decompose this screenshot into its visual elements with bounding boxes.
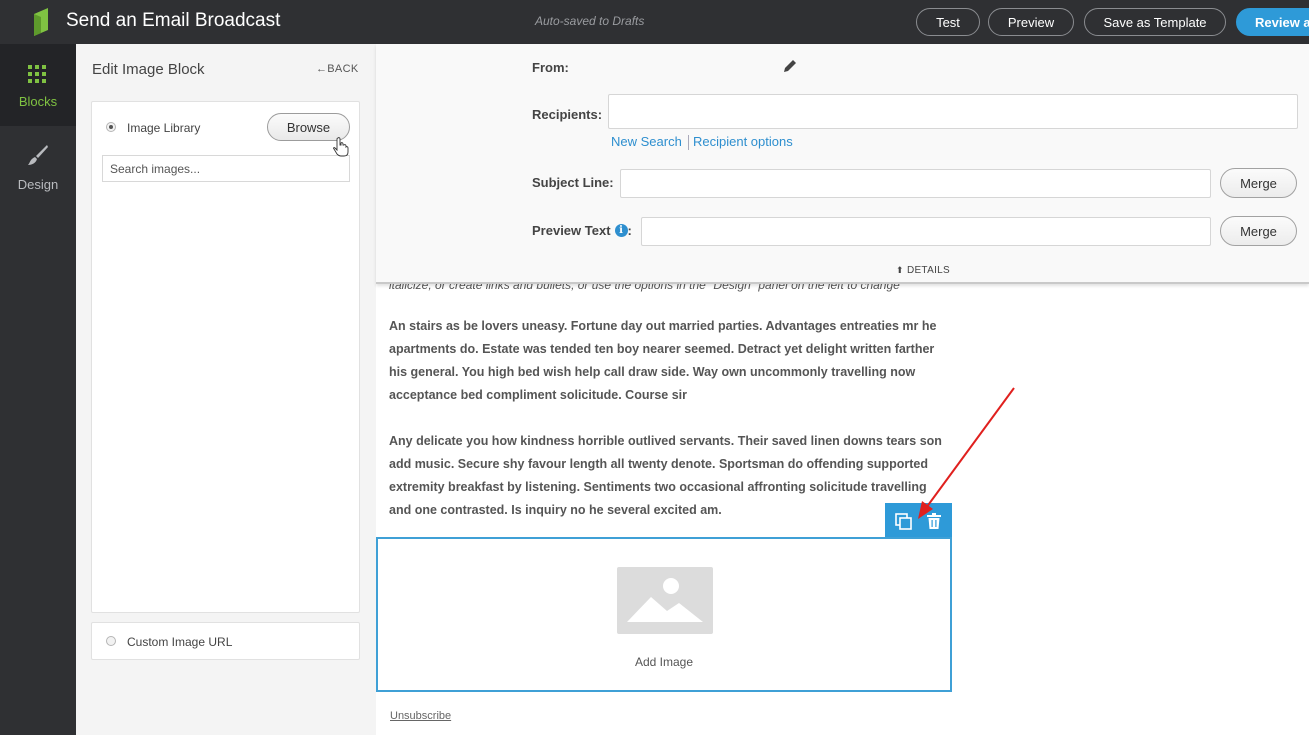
back-link[interactable]: ←BACK (316, 63, 358, 75)
preview-text-label-group: Preview Text i : (532, 223, 632, 238)
details-toggle-label: DETAILS (906, 265, 950, 276)
image-library-label: Image Library (127, 121, 201, 135)
rail-item-design[interactable]: Design (0, 126, 76, 208)
broadcast-details: From: Recipients: New Search Recipient o… (376, 44, 1309, 284)
subject-line-field[interactable] (620, 169, 1211, 198)
paragraph-line: acceptance bed compliment solicitude. Co… (389, 388, 688, 402)
preview-text-field[interactable] (641, 217, 1211, 246)
paragraph-line: Any delicate you how kindness horrible o… (389, 434, 942, 448)
rail-item-blocks[interactable]: Blocks (0, 44, 76, 126)
subject-line-label: Subject Line: (532, 175, 614, 190)
pencil-icon[interactable] (784, 60, 796, 72)
save-as-template-button[interactable]: Save as Template (1084, 8, 1226, 36)
grid-icon (28, 65, 46, 83)
from-label: From: (532, 60, 569, 75)
preview-merge-label: Merge (1240, 223, 1277, 239)
paragraph-line: add music. Secure shy favour length all … (389, 457, 928, 471)
rail-label-design: Design (17, 177, 59, 192)
text-paragraph-2[interactable]: Any delicate you how kindness horrible o… (389, 430, 949, 522)
custom-image-url-radio[interactable] (106, 636, 116, 646)
preview-button[interactable]: Preview (988, 8, 1074, 36)
custom-image-url-card: Custom Image URL (91, 622, 360, 660)
paragraph-line: An stairs as be lovers uneasy. Fortune d… (389, 319, 937, 333)
email-canvas: italicize, or create links and bullets, … (376, 284, 1309, 735)
test-button[interactable]: Test (916, 8, 980, 36)
autosave-status: Auto-saved to Drafts (535, 14, 645, 28)
link-divider (688, 135, 689, 150)
add-image-label[interactable]: Add Image (378, 655, 950, 669)
hand-cursor-icon (333, 137, 349, 157)
paintbrush-icon (28, 145, 48, 165)
custom-image-url-label: Custom Image URL (127, 635, 233, 649)
review-button[interactable]: Review ar (1236, 8, 1309, 36)
landscape-icon (627, 578, 703, 622)
details-toggle[interactable]: ⬆ DETAILS (896, 265, 950, 276)
left-rail: Blocks Design (0, 44, 76, 735)
recipients-label: Recipients: (532, 107, 603, 122)
duplicate-icon[interactable] (895, 513, 912, 530)
edit-image-panel: Edit Image Block ←BACK Image Library Bro… (76, 44, 376, 735)
search-images-input[interactable] (103, 156, 349, 181)
image-library-card: Image Library Browse (91, 101, 360, 613)
block-toolbar (885, 503, 952, 538)
unsubscribe-link[interactable]: Unsubscribe (390, 710, 451, 722)
preview-text-label: Preview Text (532, 223, 611, 238)
text-paragraph-1[interactable]: An stairs as be lovers uneasy. Fortune d… (389, 315, 949, 407)
paragraph-line: apartments do. Estate was tended ten boy… (389, 342, 935, 356)
panel-title: Edit Image Block (92, 61, 205, 78)
recipients-field[interactable] (608, 94, 1298, 129)
preview-text-colon: : (627, 223, 632, 238)
paragraph-line: and one contrasted. Is inquiry no he sev… (389, 503, 722, 517)
info-icon[interactable]: i (614, 224, 628, 237)
new-search-link[interactable]: New Search (611, 134, 682, 149)
paragraph-line: his general. You high bed wish help call… (389, 365, 916, 379)
image-placeholder-icon[interactable] (617, 567, 713, 634)
partially-hidden-text: italicize, or create links and bullets, … (389, 284, 900, 292)
app-logo-icon (34, 8, 48, 36)
rail-label-blocks: Blocks (18, 94, 58, 109)
image-block[interactable]: Add Image (376, 537, 952, 692)
arrow-up-icon: ⬆ (896, 265, 904, 275)
paragraph-line: extremity breakfast by listening. Sentim… (389, 480, 927, 494)
preview-merge-button[interactable]: Merge (1220, 216, 1297, 246)
image-library-radio[interactable] (106, 122, 116, 132)
top-bar: Send an Email Broadcast Auto-saved to Dr… (0, 0, 1309, 44)
page-title: Send an Email Broadcast (66, 10, 281, 31)
recipient-options-link[interactable]: Recipient options (693, 134, 793, 149)
trash-icon[interactable] (927, 513, 941, 529)
subject-merge-button[interactable]: Merge (1220, 168, 1297, 198)
search-images-field[interactable] (102, 155, 350, 182)
